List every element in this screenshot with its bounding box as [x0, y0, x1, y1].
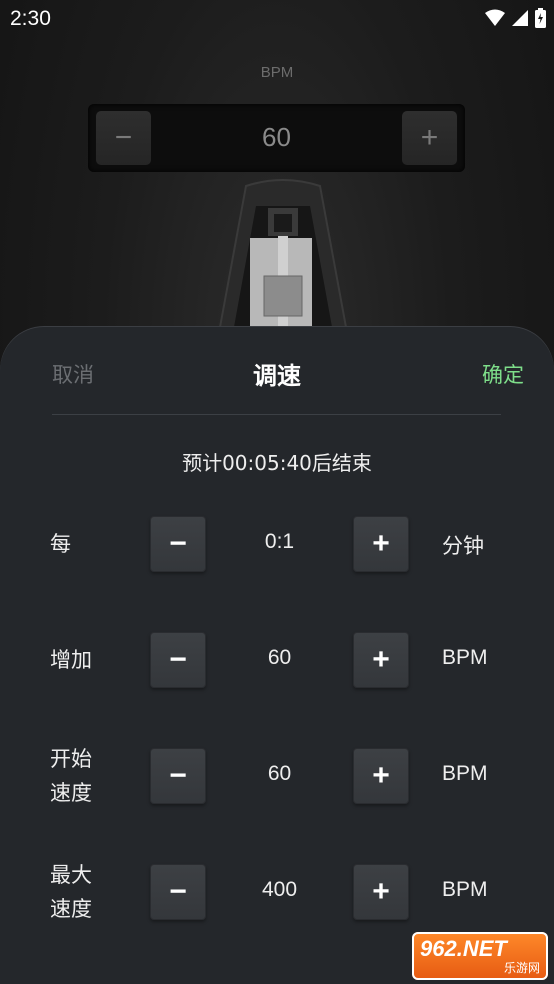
status-time: 2:30	[10, 7, 51, 30]
sheet-title: 调速	[253, 362, 301, 390]
max-speed-row: 最大 速度 − 400 + BPM	[0, 863, 554, 922]
max-speed-value: 400	[261, 878, 298, 901]
estimated-end-time: 预计00:05:40后结束	[182, 451, 372, 475]
watermark-logo: 962.NET 乐游网	[412, 932, 548, 980]
start-speed-value: 60	[267, 762, 292, 785]
status-bar: 2:30	[0, 0, 554, 40]
max-speed-increase-button[interactable]: +	[353, 864, 409, 920]
metronome-illustration	[216, 179, 350, 338]
start-speed-decrease-button[interactable]: −	[150, 748, 206, 804]
increment-value: 60	[267, 646, 292, 669]
increment-row: 增加 − 60 + BPM	[0, 632, 554, 690]
interval-label: 每	[50, 532, 71, 556]
increment-increase-button[interactable]: +	[353, 632, 409, 688]
watermark-sub-text: 乐游网	[503, 961, 540, 975]
battery-icon	[535, 8, 546, 28]
speed-sheet: 取消 调速 确定 预计00:05:40后结束 每 − 0:1 + 分钟 增加 −…	[0, 327, 554, 984]
bpm-control: − 60 +	[88, 104, 465, 172]
sheet-header: 取消 调速 确定	[0, 327, 554, 415]
bpm-label: BPM	[260, 64, 294, 81]
interval-row: 每 − 0:1 + 分钟	[0, 516, 554, 574]
header-divider	[52, 414, 501, 415]
cell-signal-icon	[512, 10, 528, 26]
start-speed-row: 开始 速度 − 60 + BPM	[0, 747, 554, 806]
interval-value: 0:1	[264, 530, 295, 553]
increment-label: 增加	[50, 648, 92, 672]
bpm-increase-button[interactable]: +	[402, 111, 457, 165]
status-icons	[485, 8, 546, 28]
max-speed-label-line2: 速度	[50, 897, 92, 921]
start-speed-unit: BPM	[442, 762, 488, 785]
interval-unit: 分钟	[442, 535, 484, 558]
start-speed-increase-button[interactable]: +	[353, 748, 409, 804]
interval-increase-button[interactable]: +	[353, 516, 409, 572]
wifi-icon	[485, 9, 505, 26]
watermark-main-text: 962.NET	[420, 936, 507, 961]
start-speed-label: 开始 速度	[50, 742, 92, 810]
interval-decrease-button[interactable]: −	[150, 516, 206, 572]
start-speed-label-line1: 开始	[50, 747, 92, 771]
max-speed-decrease-button[interactable]: −	[150, 864, 206, 920]
increment-unit: BPM	[442, 646, 488, 669]
max-speed-label-line1: 最大	[50, 863, 92, 887]
start-speed-label-line2: 速度	[50, 781, 92, 805]
confirm-button[interactable]: 确定	[482, 359, 524, 389]
max-speed-label: 最大 速度	[50, 858, 92, 926]
increment-decrease-button[interactable]: −	[150, 632, 206, 688]
max-speed-unit: BPM	[442, 878, 488, 901]
